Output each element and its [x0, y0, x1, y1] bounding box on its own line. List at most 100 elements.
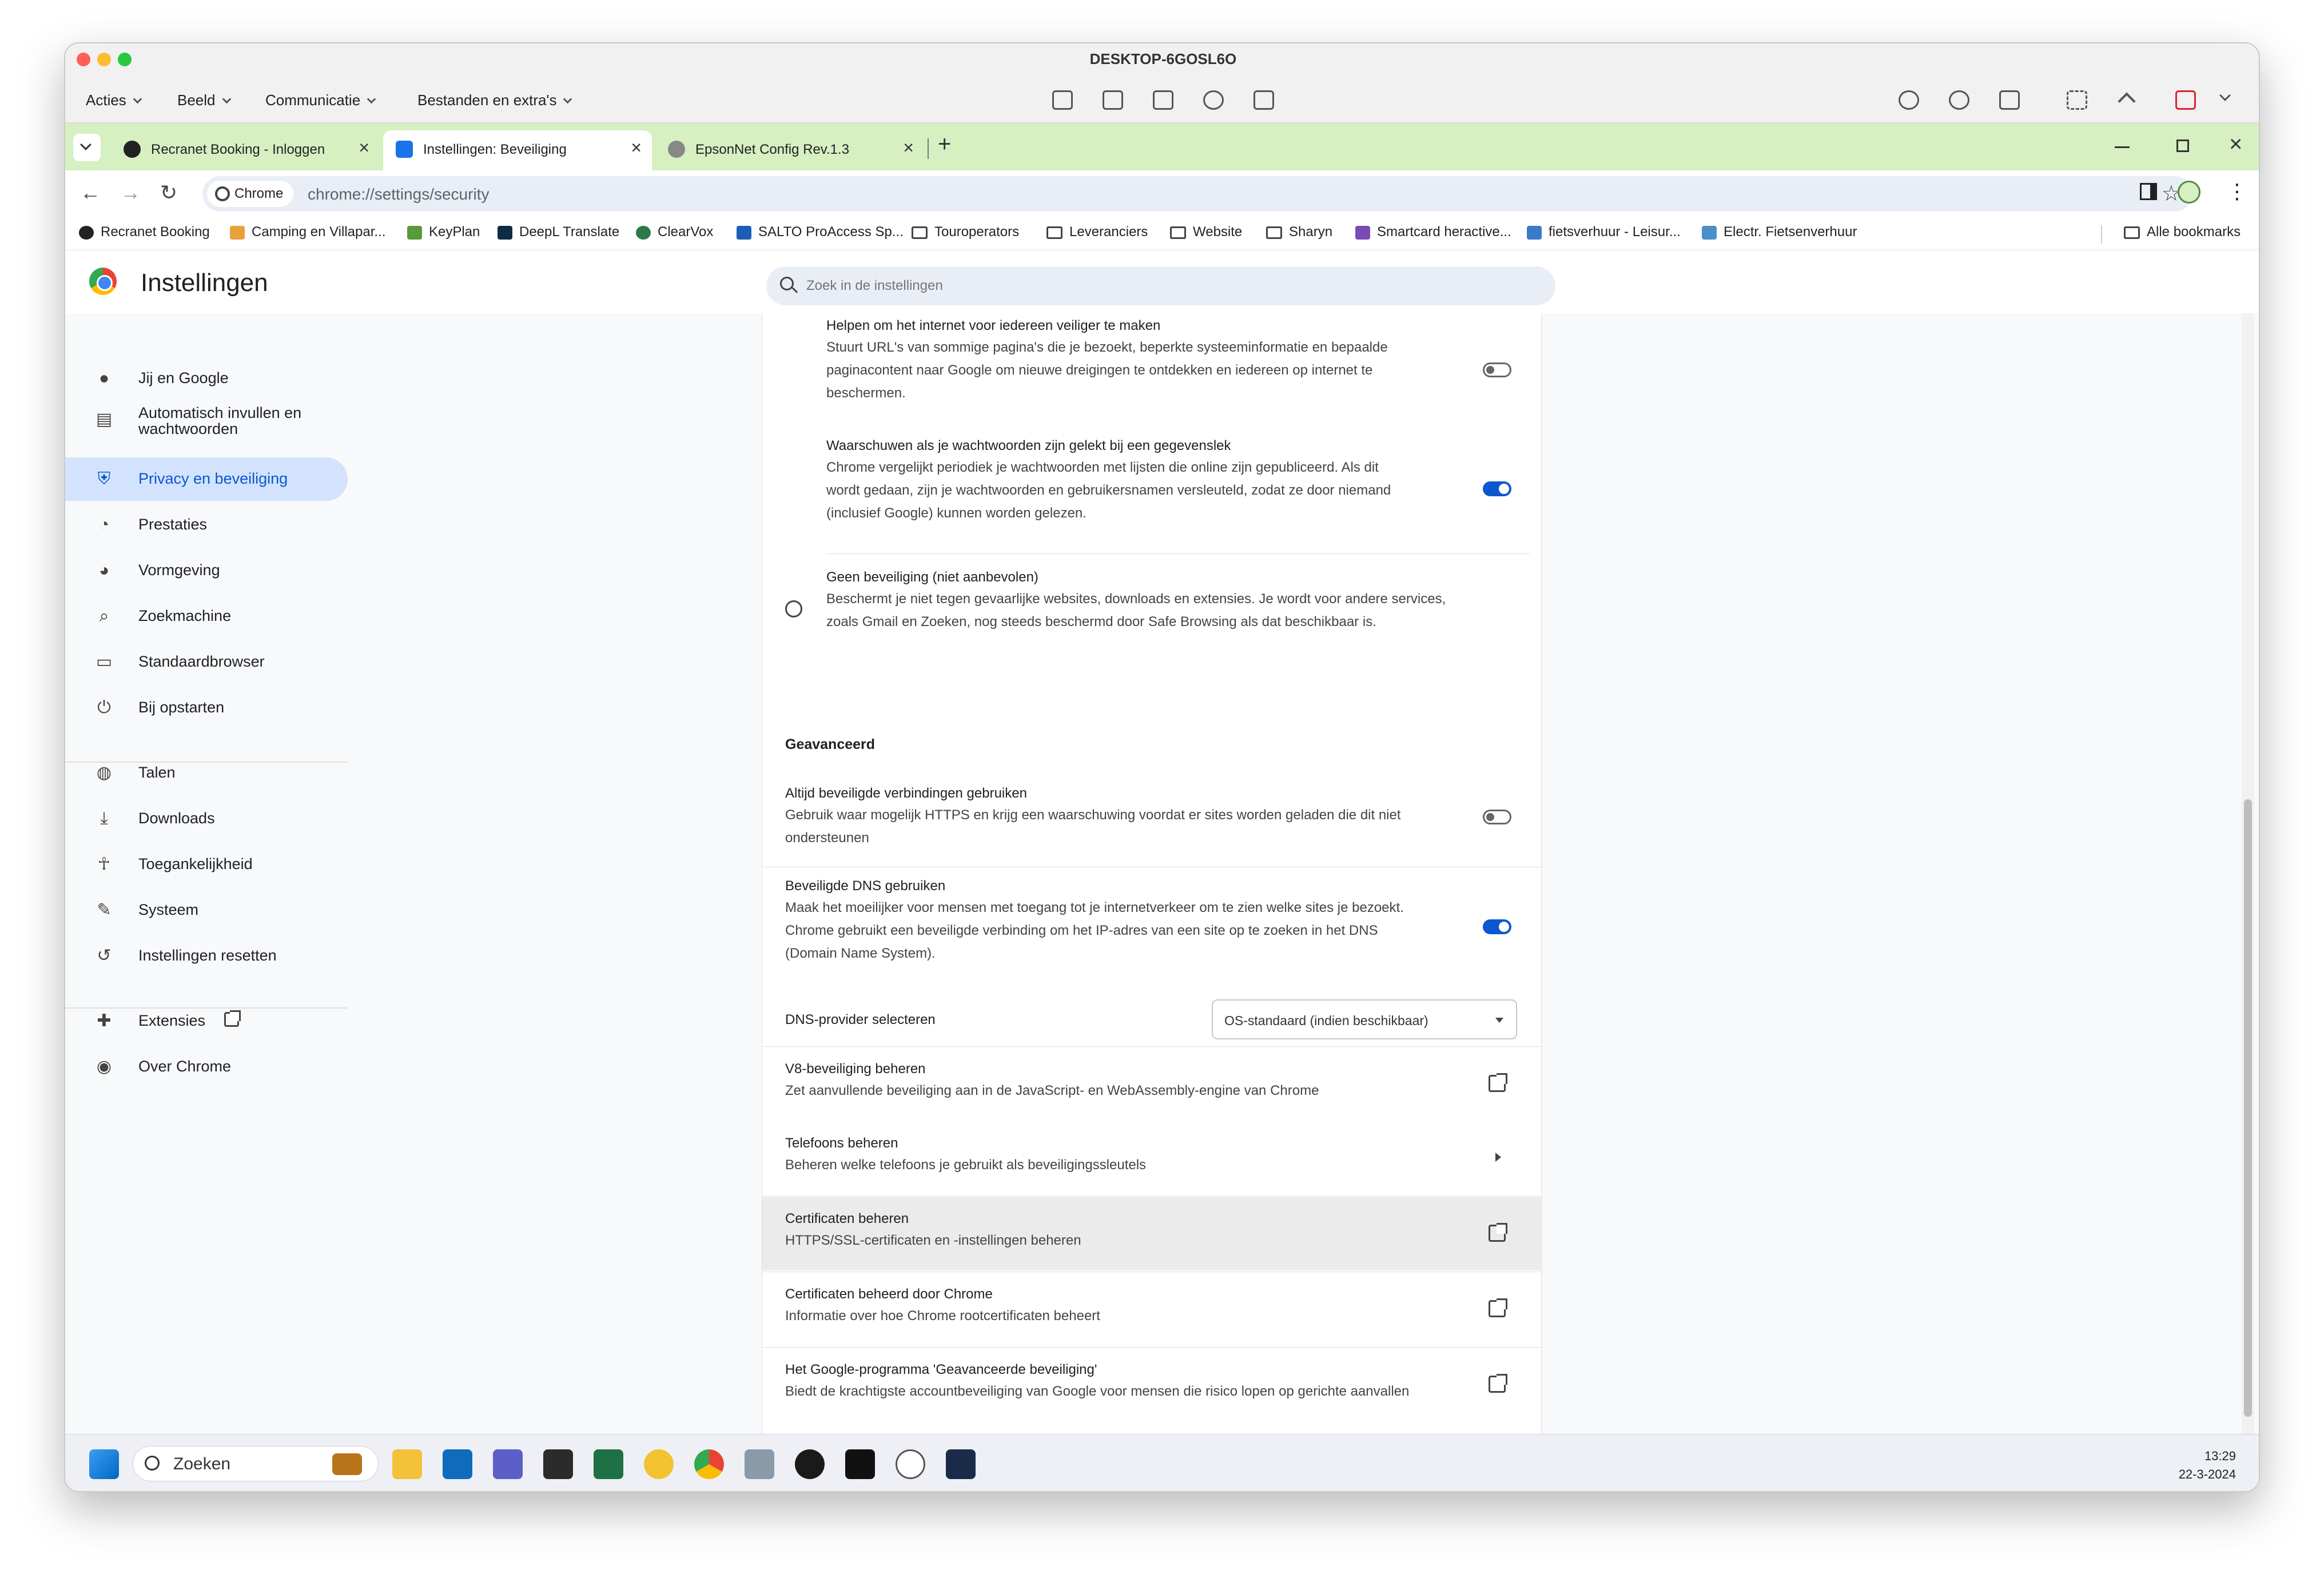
- close-icon[interactable]: ×: [2229, 132, 2242, 157]
- system-clock[interactable]: 13:29 22-3-2024: [2179, 1447, 2236, 1484]
- menu-dots-icon[interactable]: ⋮: [2227, 180, 2247, 204]
- bookmark-item[interactable]: Recranet Booking: [79, 224, 210, 240]
- taskbar-search[interactable]: Zoeken: [133, 1446, 379, 1481]
- sidebar-item-jij-en-google[interactable]: ● Jij en Google: [65, 357, 348, 400]
- file-explorer-icon[interactable]: [392, 1449, 422, 1479]
- menu-acties[interactable]: Acties: [86, 91, 142, 109]
- tab-search-button[interactable]: [73, 134, 101, 161]
- settings-search-input[interactable]: [806, 274, 1493, 297]
- sidebar-item-talen[interactable]: ◍ Talen: [65, 751, 348, 795]
- forward-icon[interactable]: →: [120, 181, 141, 205]
- teamviewer-icon[interactable]: [946, 1449, 976, 1479]
- recranet-icon[interactable]: [795, 1449, 825, 1479]
- no-protection-radio[interactable]: [785, 600, 802, 617]
- sticky-notes-icon[interactable]: [543, 1449, 573, 1479]
- address-bar[interactable]: Chrome chrome://settings/security ☆: [202, 176, 2192, 212]
- calculator-icon[interactable]: [745, 1449, 774, 1479]
- menu-bestanden[interactable]: Bestanden en extra's: [417, 91, 572, 109]
- chat-icon[interactable]: [1899, 90, 1919, 110]
- restore-icon[interactable]: [2176, 140, 2189, 152]
- side-panel-icon[interactable]: [2140, 183, 2157, 200]
- phone-icon[interactable]: [1949, 90, 1969, 110]
- sidebar-item-prestaties[interactable]: ◔ Prestaties: [65, 503, 348, 547]
- chrome-icon[interactable]: [694, 1449, 724, 1479]
- sidebar-item-resetten[interactable]: ↺ Instellingen resetten: [65, 934, 348, 978]
- target-icon[interactable]: [1203, 90, 1224, 110]
- bookmark-item[interactable]: fietsverhuur - Leisur...: [1527, 224, 1681, 240]
- whiteboard-icon[interactable]: [1999, 90, 2020, 110]
- back-icon[interactable]: ←: [80, 181, 101, 205]
- minimize-icon[interactable]: [2115, 146, 2130, 148]
- outlook-icon[interactable]: [443, 1449, 472, 1479]
- reload-icon[interactable]: ↻: [160, 181, 177, 205]
- sidebar-item-zoekmachine[interactable]: ⌕ Zoekmachine: [65, 595, 348, 638]
- close-icon[interactable]: ×: [903, 137, 914, 158]
- bookmark-item[interactable]: Smartcard heractive...: [1355, 224, 1511, 240]
- sidebar-item-over-chrome[interactable]: ◉ Over Chrome: [65, 1045, 348, 1089]
- tab-epsonnet[interactable]: EpsonNet Config Rev.1.3 ×: [655, 130, 924, 170]
- settings-search[interactable]: [766, 266, 1555, 305]
- aperture-icon[interactable]: [896, 1449, 925, 1479]
- site-info-chip[interactable]: Chrome: [207, 181, 294, 207]
- chevron-up-icon[interactable]: [2118, 92, 2136, 110]
- close-icon[interactable]: ×: [359, 137, 369, 158]
- bookmark-item[interactable]: DeepL Translate: [498, 224, 619, 240]
- https-toggle[interactable]: [1483, 810, 1511, 824]
- close-icon[interactable]: ×: [631, 137, 642, 158]
- setting-row-chrome-certificates[interactable]: Certificaten beheerd door Chrome Informa…: [762, 1273, 1542, 1346]
- secure-dns-toggle[interactable]: [1483, 919, 1511, 934]
- scrollbar[interactable]: [2242, 313, 2254, 1434]
- chevron-down-icon[interactable]: [2219, 90, 2231, 101]
- sidebar-item-extensies[interactable]: ✚ Extensies: [65, 999, 348, 1043]
- setting-row-advanced-protection[interactable]: Het Google-programma 'Geavanceerde bevei…: [762, 1348, 1542, 1421]
- setting-row-https[interactable]: Altijd beveiligde verbindingen gebruiken…: [762, 776, 1542, 860]
- bookmark-folder[interactable]: Website: [1170, 224, 1242, 240]
- bookmark-item[interactable]: ClearVox: [636, 224, 713, 240]
- setting-row-v8[interactable]: V8-beveiliging beheren Zet aanvullende b…: [762, 1047, 1542, 1121]
- bookmark-folder[interactable]: Leveranciers: [1046, 224, 1148, 240]
- globe-icon: ◍: [96, 763, 112, 782]
- star-app-icon[interactable]: [644, 1449, 674, 1479]
- all-bookmarks-button[interactable]: Alle bookmarks: [2124, 224, 2241, 240]
- teams-icon[interactable]: [493, 1449, 523, 1479]
- bookmarks-bar: Recranet Booking Camping en Villapar... …: [65, 218, 2259, 250]
- profile-avatar[interactable]: [2178, 181, 2200, 204]
- keyboard-icon[interactable]: [1103, 90, 1123, 110]
- sidebar-item-vormgeving[interactable]: ◕ Vormgeving: [65, 549, 348, 592]
- menu-beeld[interactable]: Beeld: [177, 91, 231, 109]
- tab-instellingen[interactable]: Instellingen: Beveiliging ×: [383, 130, 652, 170]
- monitor-icon[interactable]: [1253, 90, 1274, 110]
- windows-start-icon[interactable]: [89, 1449, 119, 1479]
- sidebar-item-systeem[interactable]: ✎ Systeem: [65, 888, 348, 932]
- sidebar-item-opstarten[interactable]: ⏻ Bij opstarten: [65, 686, 348, 730]
- bookmark-item[interactable]: KeyPlan: [407, 224, 480, 240]
- chart-icon[interactable]: [1052, 90, 1073, 110]
- setting-row-phones[interactable]: Telefoons beheren Beheren welke telefoon…: [762, 1122, 1542, 1195]
- globe-icon: [668, 141, 685, 158]
- bookmark-folder[interactable]: Sharyn: [1266, 224, 1332, 240]
- bookmark-item[interactable]: Electr. Fietsenverhuur: [1702, 224, 1857, 240]
- smartcard-icon: [1355, 225, 1370, 240]
- sidebar-item-privacy[interactable]: ⛨ Privacy en beveiliging: [65, 457, 348, 501]
- sidebar-item-autofill[interactable]: ▤ Automatisch invullen en wachtwoorden: [65, 398, 348, 455]
- setting-row-certificates[interactable]: Certificaten beheren HTTPS/SSL-certifica…: [762, 1197, 1542, 1270]
- bookmark-item[interactable]: Camping en Villapar...: [230, 224, 385, 240]
- tab-recranet[interactable]: Recranet Booking - Inloggen ×: [111, 130, 380, 170]
- bookmark-item[interactable]: SALTO ProAccess Sp...: [737, 224, 904, 240]
- help-internet-toggle[interactable]: [1483, 362, 1511, 377]
- scrollbar-thumb[interactable]: [2244, 799, 2252, 1417]
- disconnect-icon[interactable]: [2175, 90, 2196, 110]
- menu-communicatie[interactable]: Communicatie: [265, 91, 376, 109]
- sidebar-item-toegankelijkheid[interactable]: ☥ Toegankelijkheid: [65, 843, 348, 886]
- dns-provider-select[interactable]: OS-standaard (indien beschikbaar): [1212, 999, 1517, 1039]
- bookmark-folder[interactable]: Touroperators: [912, 224, 1019, 240]
- st-app-icon[interactable]: [845, 1449, 875, 1479]
- sidebar-item-standaardbrowser[interactable]: ▭ Standaardbrowser: [65, 640, 348, 684]
- excel-icon[interactable]: [594, 1449, 623, 1479]
- new-tab-button[interactable]: +: [938, 132, 951, 157]
- fullscreen-icon[interactable]: [2067, 90, 2087, 110]
- password-warning-toggle[interactable]: [1483, 481, 1511, 496]
- file-transfer-icon[interactable]: [1153, 90, 1173, 110]
- sidebar-item-downloads[interactable]: ⤓ Downloads: [65, 797, 348, 840]
- url-text[interactable]: chrome://settings/security: [308, 185, 489, 204]
